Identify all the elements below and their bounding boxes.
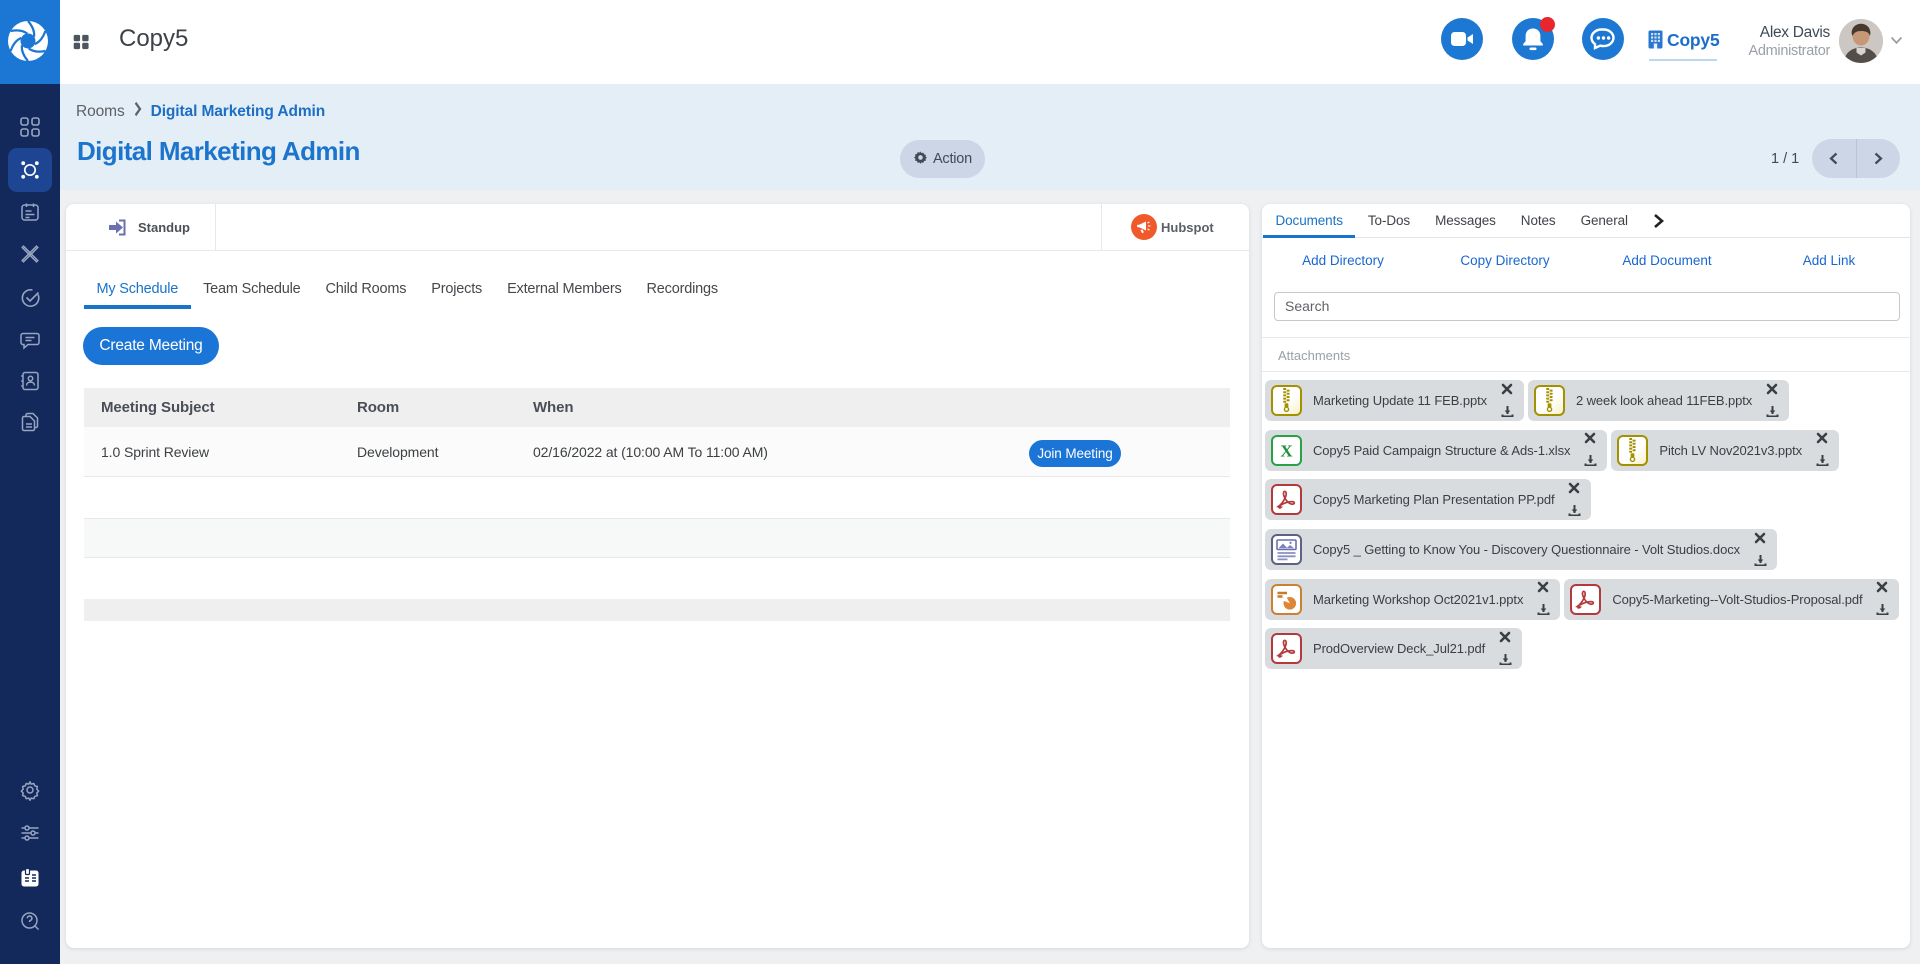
svg-text:X: X: [1280, 441, 1293, 460]
